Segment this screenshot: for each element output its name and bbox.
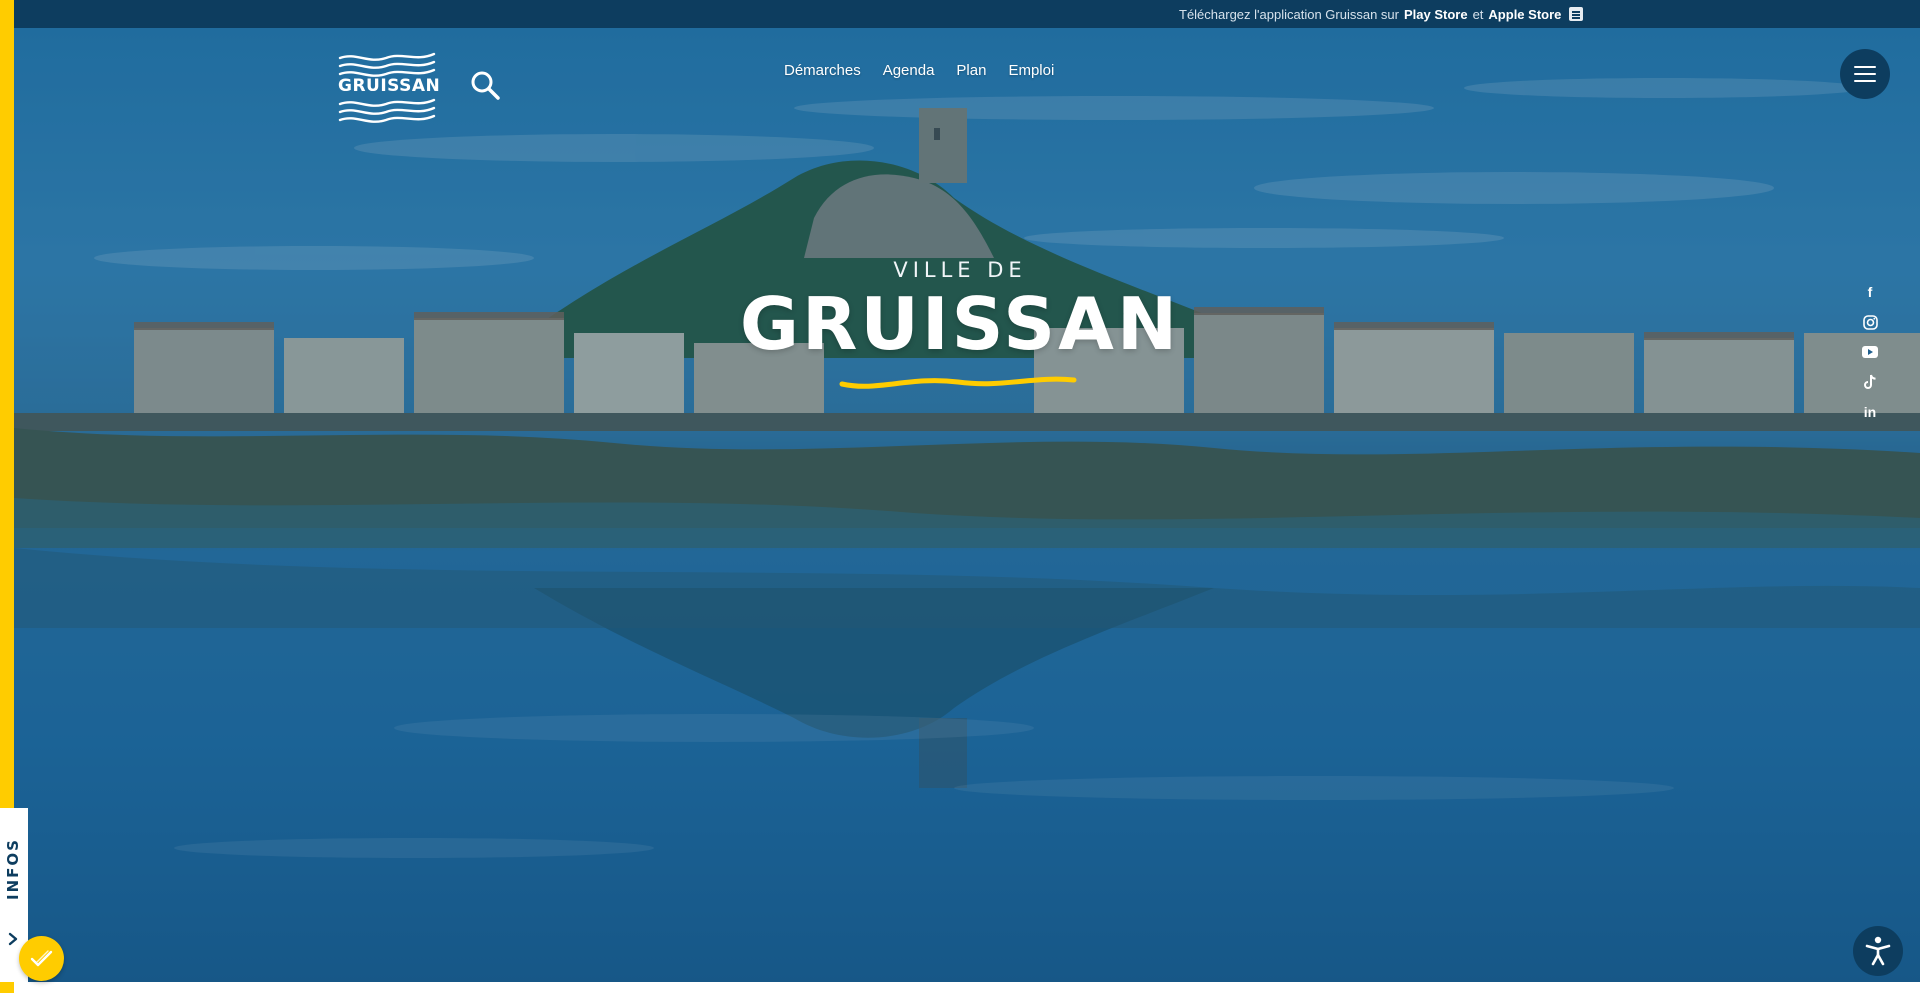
nav-agenda[interactable]: Agenda	[883, 62, 935, 79]
app-store-icon	[1569, 7, 1584, 21]
nav-emploi[interactable]: Emploi	[1008, 62, 1054, 79]
hero-scene	[14, 28, 1920, 982]
youtube-icon[interactable]	[1862, 344, 1878, 360]
search-icon	[471, 71, 500, 100]
accessibility-icon	[1865, 936, 1891, 966]
social-links: f in	[1862, 284, 1878, 420]
hero-pre-title: VILLE DE	[893, 258, 1027, 282]
cookie-check-icon	[30, 950, 53, 967]
hero-title: GRUISSAN	[739, 282, 1181, 366]
cookie-consent-button[interactable]	[19, 936, 64, 981]
play-store-link[interactable]: Play Store	[1404, 7, 1468, 22]
logo-text: GRUISSAN	[338, 76, 441, 96]
page: Téléchargez l'application Gruissan sur P…	[0, 0, 1920, 993]
page-bottom-edge	[0, 982, 1920, 993]
site-logo[interactable]: GRUISSAN	[338, 50, 441, 124]
app-download-message: Téléchargez l'application Gruissan sur P…	[1179, 0, 1584, 28]
main-nav: Démarches Agenda Plan Emploi	[784, 62, 1054, 79]
infos-tab-label: INFOS	[4, 838, 22, 900]
hero-background	[14, 28, 1920, 982]
nav-demarches[interactable]: Démarches	[784, 62, 861, 79]
app-download-text: Téléchargez l'application Gruissan sur	[1179, 6, 1399, 22]
instagram-icon[interactable]	[1862, 314, 1878, 330]
accessibility-button[interactable]	[1853, 926, 1903, 976]
nav-plan[interactable]: Plan	[956, 62, 986, 79]
facebook-icon[interactable]: f	[1862, 284, 1878, 300]
apple-store-link[interactable]: Apple Store	[1488, 7, 1561, 22]
linkedin-icon[interactable]: in	[1862, 404, 1878, 420]
hero-heading: VILLE DE GRUISSAN	[0, 258, 1920, 360]
chevron-right-icon	[8, 932, 18, 946]
app-download-conjunction: et	[1472, 6, 1484, 22]
search-button[interactable]	[470, 70, 502, 102]
tiktok-icon[interactable]	[1862, 374, 1878, 390]
hero-underline-decoration	[839, 376, 1077, 389]
menu-button[interactable]	[1840, 49, 1890, 99]
app-download-bar: Téléchargez l'application Gruissan sur P…	[14, 0, 1920, 28]
